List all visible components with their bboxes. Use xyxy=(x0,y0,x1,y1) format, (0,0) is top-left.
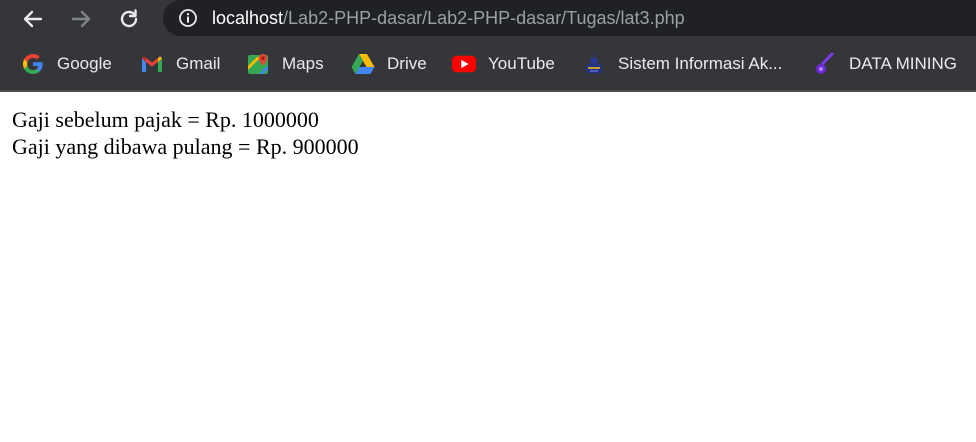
url-host: localhost xyxy=(212,8,284,28)
back-button[interactable] xyxy=(17,3,49,35)
browser-toolbar: localhost/Lab2-PHP-dasar/Lab2-PHP-dasar/… xyxy=(0,0,976,38)
bookmark-label: Sistem Informasi Ak... xyxy=(618,54,783,73)
arrow-right-icon xyxy=(71,10,91,28)
maps-icon xyxy=(246,52,270,76)
bookmark-maps[interactable]: Maps xyxy=(246,38,324,90)
bookmark-label: Maps xyxy=(282,54,324,73)
bookmark-data-mining[interactable]: DATA MINING xyxy=(813,38,957,90)
google-icon xyxy=(21,52,45,76)
reload-icon xyxy=(120,9,138,28)
url-path: /Lab2-PHP-dasar/Lab2-PHP-dasar/Tugas/lat… xyxy=(283,8,685,28)
page-content: Gaji sebelum pajak = Rp. 1000000 Gaji ya… xyxy=(12,106,359,160)
sistem-informasi-icon xyxy=(582,52,606,76)
bookmark-gmail[interactable]: Gmail xyxy=(140,38,220,90)
bookmark-sistem-informasi[interactable]: Sistem Informasi Ak... xyxy=(582,38,782,90)
forward-button[interactable] xyxy=(65,3,97,35)
bookmarks-bar: Google Gmail Maps Drive YouTube Sistem I… xyxy=(0,38,976,92)
info-icon[interactable] xyxy=(178,8,198,28)
youtube-icon xyxy=(452,52,476,76)
bookmark-label: Gmail xyxy=(176,54,221,73)
bookmark-label: Drive xyxy=(387,54,427,73)
data-mining-icon xyxy=(813,52,837,76)
bookmark-google[interactable]: Google xyxy=(21,38,112,90)
bookmark-drive[interactable]: Drive xyxy=(351,38,427,90)
bookmark-youtube[interactable]: YouTube xyxy=(452,38,555,90)
arrow-left-icon xyxy=(23,10,43,28)
reload-button[interactable] xyxy=(113,3,145,35)
url-text[interactable]: localhost/Lab2-PHP-dasar/Lab2-PHP-dasar/… xyxy=(212,6,685,30)
drive-icon xyxy=(351,52,375,76)
gross-salary-text: Gaji sebelum pajak = Rp. 1000000 xyxy=(12,107,319,132)
bookmark-label: Google xyxy=(57,54,112,73)
gmail-icon xyxy=(140,52,164,76)
net-salary-text: Gaji yang dibawa pulang = Rp. 900000 xyxy=(12,134,359,159)
bookmark-label: DATA MINING xyxy=(849,54,957,73)
bookmark-label: YouTube xyxy=(488,54,555,73)
